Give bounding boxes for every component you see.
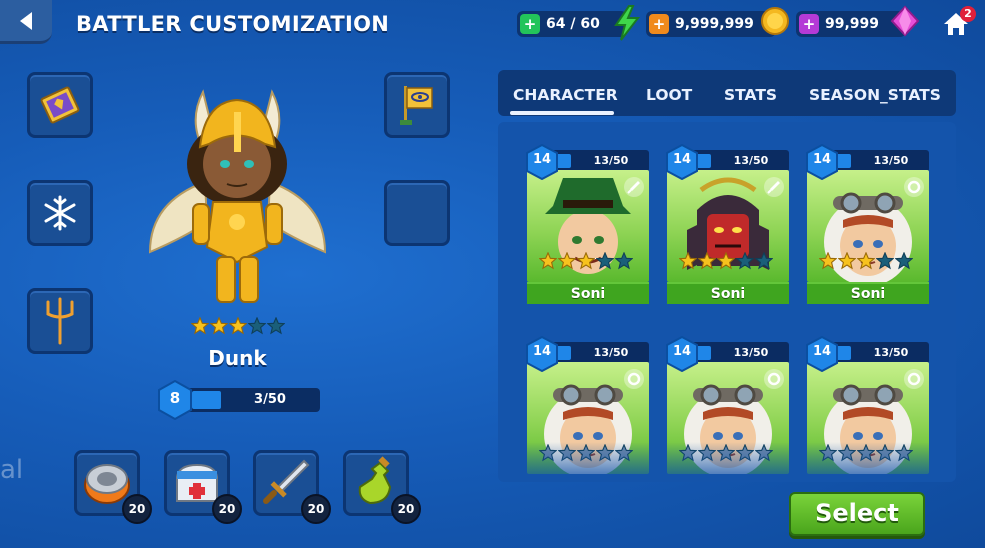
character-card[interactable]: 13/50 14 Soni [525, 132, 649, 304]
star-empty-icon [755, 252, 773, 270]
hero-xp-fill [192, 391, 222, 409]
star-empty-icon [615, 252, 633, 270]
card-level: 14 [812, 344, 832, 359]
energy-value: 64 / 60 [546, 16, 600, 32]
coin-icon [761, 7, 789, 35]
gear-class-icon [624, 369, 644, 389]
hero-star-rating [191, 317, 285, 335]
sword-class-icon [624, 177, 644, 197]
star-filled-icon [717, 252, 735, 270]
add-energy-icon[interactable]: + [520, 14, 540, 34]
card-fade [665, 442, 789, 482]
star-empty-icon [736, 252, 754, 270]
gem-icon [890, 5, 920, 37]
notification-badge: 2 [960, 6, 976, 22]
character-card[interactable]: 13/50 14 [805, 324, 929, 482]
snowflake-icon [44, 195, 76, 231]
hero-name: Dunk [208, 346, 267, 370]
card-level: 14 [672, 152, 692, 167]
page-title: BATTLER CUSTOMIZATION [76, 12, 390, 36]
gear-class-icon [904, 369, 924, 389]
card-level: 14 [672, 344, 692, 359]
character-name: Soni [527, 282, 649, 304]
item-count: 20 [301, 494, 331, 524]
gear-class-icon [764, 369, 784, 389]
character-name: Soni [807, 282, 929, 304]
character-card[interactable]: 13/50 14 Soni [805, 132, 929, 304]
star-filled-icon [558, 252, 576, 270]
tab-season-stats[interactable]: SEASON_STATS [809, 86, 941, 104]
character-card[interactable]: 13/50 14 [665, 324, 789, 482]
star-empty-icon [895, 252, 913, 270]
gold-value: 9,999,999 [675, 16, 754, 32]
banner-flag-icon [400, 86, 433, 125]
star-filled-icon [819, 252, 837, 270]
card-progress-text: 13/50 [593, 154, 629, 167]
star-filled-icon [679, 252, 697, 270]
add-gems-icon[interactable]: + [799, 14, 819, 34]
tab-bar: CHARACTER LOOT STATS SEASON_STATS [498, 70, 956, 116]
star-filled-icon [698, 252, 716, 270]
gear-class-icon [904, 177, 924, 197]
trident-icon [46, 297, 74, 345]
card-progress-text: 13/50 [733, 154, 769, 167]
card-star-rating [679, 252, 773, 270]
star-filled-icon [191, 317, 209, 335]
item-count: 20 [391, 494, 421, 524]
gems-value: 99,999 [825, 16, 880, 32]
gems-counter[interactable]: + 99,999 [796, 5, 920, 37]
card-star-rating [819, 252, 913, 270]
sword-class-icon [764, 177, 784, 197]
star-filled-icon [229, 317, 247, 335]
slot-banner-card[interactable] [27, 72, 93, 138]
card-fade [525, 442, 649, 482]
star-empty-icon [248, 317, 266, 335]
character-card[interactable]: 13/50 14 [525, 324, 649, 482]
back-button[interactable] [0, 0, 52, 44]
character-card[interactable]: 13/50 14 Soni [665, 132, 789, 304]
item-count: 20 [212, 494, 242, 524]
tab-loot[interactable]: LOOT [646, 86, 692, 104]
card-level: 14 [812, 152, 832, 167]
star-empty-icon [267, 317, 285, 335]
star-filled-icon [539, 252, 557, 270]
energy-counter[interactable]: + 64 / 60 [517, 5, 641, 41]
banner-card-icon [40, 86, 80, 124]
slot-snowflake[interactable] [27, 180, 93, 246]
tab-character[interactable]: CHARACTER [513, 86, 618, 104]
lightning-icon [614, 5, 641, 41]
gold-counter[interactable]: + 9,999,999 [646, 7, 789, 37]
card-progress-text: 13/50 [733, 346, 769, 359]
character-grid: 13/50 14 Soni 13/50 14 Soni 13/50 14 Soni 13/50 14… [498, 122, 956, 482]
tab-active-indicator [510, 111, 614, 115]
star-filled-icon [857, 252, 875, 270]
card-progress-text: 13/50 [873, 154, 909, 167]
card-progress-text: 13/50 [593, 346, 629, 359]
hero-portrait [148, 89, 327, 303]
select-button[interactable]: Select [789, 492, 925, 536]
back-arrow-icon [20, 11, 32, 30]
card-star-rating [539, 252, 633, 270]
star-filled-icon [838, 252, 856, 270]
card-level: 14 [532, 152, 552, 167]
item-count: 20 [122, 494, 152, 524]
star-empty-icon [876, 252, 894, 270]
add-gold-icon[interactable]: + [649, 14, 669, 34]
star-filled-icon [577, 252, 595, 270]
slot-trident[interactable] [27, 288, 93, 354]
edge-text: al [0, 455, 24, 485]
hero-level: 8 [169, 389, 181, 407]
hero-xp-text: 3/50 [254, 392, 286, 407]
card-fade [805, 442, 929, 482]
tab-stats[interactable]: STATS [724, 86, 777, 104]
star-filled-icon [210, 317, 228, 335]
slot-banner-flag[interactable] [384, 72, 450, 138]
card-progress-text: 13/50 [873, 346, 909, 359]
character-name: Soni [667, 282, 789, 304]
slot-empty[interactable] [384, 180, 450, 246]
card-level: 14 [532, 344, 552, 359]
star-empty-icon [596, 252, 614, 270]
